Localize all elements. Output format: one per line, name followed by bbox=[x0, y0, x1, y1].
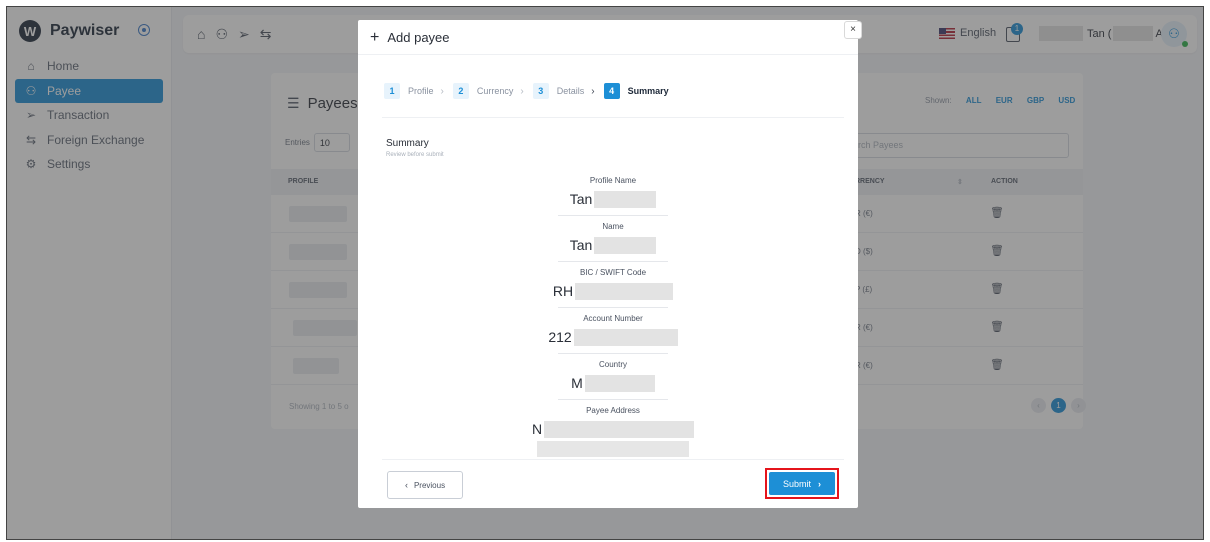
field-label: Profile Name bbox=[589, 176, 637, 185]
chevron-right-icon: › bbox=[591, 85, 595, 97]
stepper: 1 Profile › 2 Currency › 3 Details › 4 S… bbox=[384, 83, 669, 99]
redacted-text bbox=[584, 374, 655, 392]
step-label: Profile bbox=[408, 86, 434, 96]
redacted-text bbox=[544, 420, 695, 438]
redacted-text bbox=[573, 328, 678, 346]
field-value-row: Tan bbox=[508, 189, 718, 209]
field-name: Name Tan bbox=[508, 222, 718, 262]
chevron-right-icon: › bbox=[818, 478, 821, 489]
step-currency[interactable]: 2 Currency › bbox=[452, 83, 533, 99]
field-value: Tan bbox=[569, 237, 593, 253]
field-value-row: N bbox=[508, 419, 718, 439]
submit-highlight: Submit › bbox=[765, 468, 839, 499]
field-value: M bbox=[571, 375, 583, 391]
app-frame: W Paywiser ⌂ Home ⚇ Payee ➢ Transaction … bbox=[6, 6, 1204, 540]
submit-label: Submit bbox=[782, 478, 811, 489]
divider bbox=[558, 215, 668, 216]
modal-title: + Add payee bbox=[370, 28, 450, 46]
field-label: Payee Address bbox=[586, 406, 640, 415]
modal-title-text: Add payee bbox=[387, 30, 450, 45]
field-label: Name bbox=[602, 222, 624, 231]
field-value-row: Tan bbox=[508, 235, 718, 255]
field-bic-swift: BIC / SWIFT Code RH bbox=[508, 268, 718, 308]
field-value-row: RH bbox=[508, 281, 718, 301]
field-label: Country bbox=[598, 360, 627, 369]
divider bbox=[558, 307, 668, 308]
field-label: BIC / SWIFT Code bbox=[579, 268, 647, 277]
step-summary[interactable]: 4 Summary bbox=[603, 83, 669, 99]
submit-button[interactable]: Submit › bbox=[769, 472, 835, 495]
divider bbox=[558, 353, 668, 354]
step-label: Currency bbox=[476, 86, 514, 96]
field-value-row: 212 bbox=[508, 327, 718, 347]
step-details[interactable]: 3 Details › bbox=[532, 83, 604, 99]
field-value: Tan bbox=[569, 191, 593, 207]
field-value: N bbox=[531, 421, 543, 437]
step-label: Details bbox=[556, 86, 585, 96]
summary-subtitle: Review before submit bbox=[386, 152, 444, 158]
step-number: 2 bbox=[452, 83, 469, 99]
field-value: 212 bbox=[548, 329, 572, 345]
step-number: 1 bbox=[384, 83, 400, 99]
step-number: 4 bbox=[603, 83, 620, 99]
redacted-text bbox=[594, 190, 657, 208]
redacted-text bbox=[537, 441, 689, 457]
field-country: Country M bbox=[508, 360, 718, 400]
add-payee-modal: + Add payee 1 Profile › 2 Currency › 3 D… bbox=[358, 20, 858, 508]
previous-button[interactable]: ‹ Previous bbox=[387, 471, 463, 499]
field-payee-address: Payee Address N bbox=[508, 406, 718, 457]
step-label: Summary bbox=[627, 86, 669, 96]
previous-label: Previous bbox=[413, 480, 446, 490]
chevron-right-icon: › bbox=[520, 85, 524, 97]
chevron-right-icon: › bbox=[440, 85, 444, 97]
close-icon[interactable]: × bbox=[844, 21, 862, 39]
divider bbox=[558, 261, 668, 262]
summary-title: Summary bbox=[386, 138, 429, 149]
divider bbox=[382, 459, 844, 460]
chevron-left-icon: ‹ bbox=[404, 480, 408, 490]
field-value: RH bbox=[552, 283, 574, 299]
field-label: Account Number bbox=[583, 314, 643, 323]
field-account-number: Account Number 212 bbox=[508, 314, 718, 354]
step-profile[interactable]: 1 Profile › bbox=[384, 83, 453, 99]
field-value-row: M bbox=[508, 373, 718, 393]
redacted-text bbox=[575, 282, 674, 300]
step-number: 3 bbox=[532, 83, 549, 99]
modal-header: + Add payee bbox=[358, 20, 858, 55]
plus-icon: + bbox=[370, 28, 380, 46]
field-profile-name: Profile Name Tan bbox=[508, 176, 718, 216]
divider bbox=[558, 399, 668, 400]
redacted-text bbox=[594, 236, 657, 254]
divider bbox=[382, 117, 844, 118]
